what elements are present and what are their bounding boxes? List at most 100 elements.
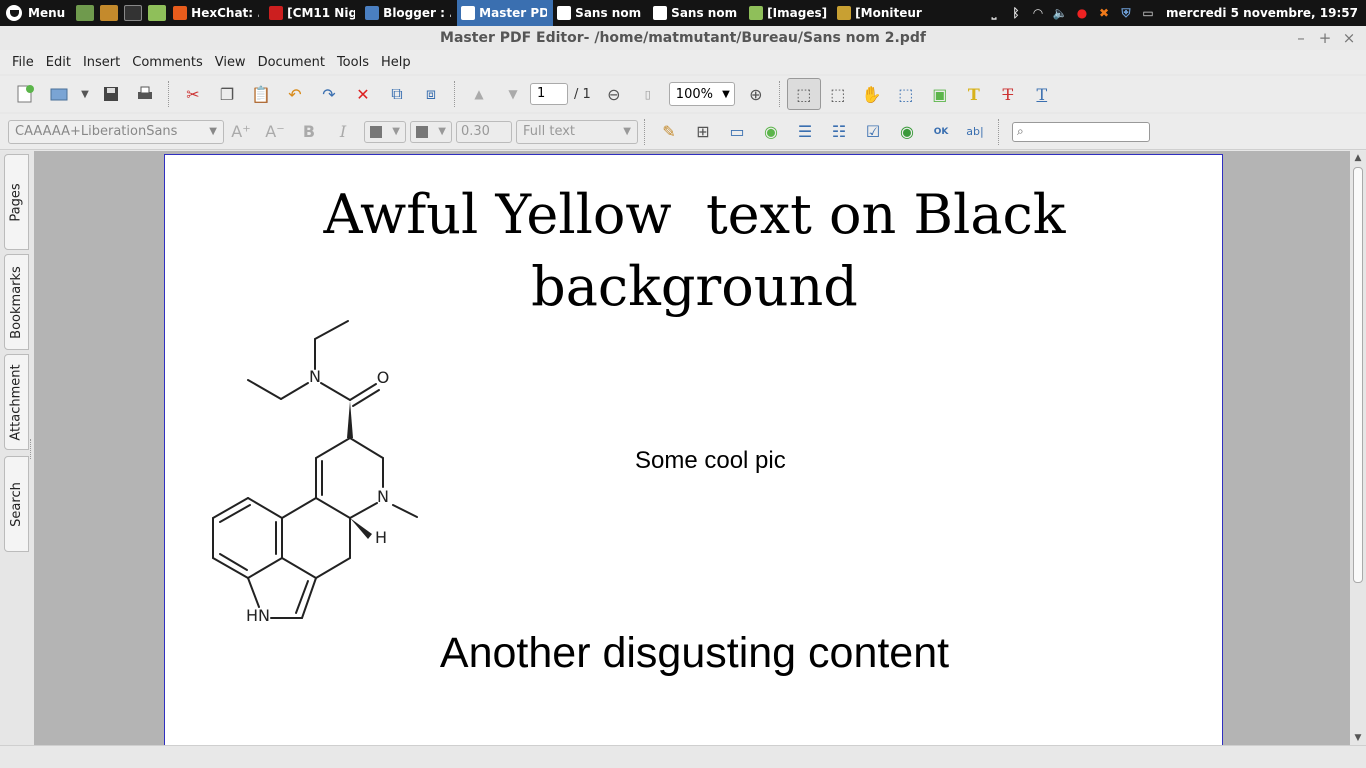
- menu-tools[interactable]: Tools: [331, 55, 375, 70]
- fill-color-select[interactable]: ▼: [410, 120, 452, 143]
- taskbar-task-label: Sans nom ...: [671, 6, 739, 20]
- body-text[interactable]: Another disgusting content: [165, 629, 1224, 678]
- highlight-text-icon[interactable]: T: [957, 78, 991, 110]
- minimize-icon[interactable]: –: [1290, 26, 1312, 50]
- terminal-launcher-icon[interactable]: [124, 5, 143, 21]
- vertical-scrollbar[interactable]: ▲ ▼: [1350, 151, 1366, 745]
- italic-icon[interactable]: I: [326, 116, 360, 148]
- opera-tray-icon[interactable]: ●: [1074, 5, 1090, 21]
- clock[interactable]: mercredi 5 novembre, 19:57: [1166, 6, 1358, 20]
- image-icon[interactable]: ▭: [720, 116, 754, 148]
- open-document-icon[interactable]: [42, 78, 76, 110]
- start-menu-button[interactable]: Menu: [0, 0, 73, 26]
- save-icon[interactable]: [94, 78, 128, 110]
- menu-edit[interactable]: Edit: [40, 55, 77, 70]
- taskbar-task[interactable]: [CM11 Nig...: [265, 0, 361, 26]
- actual-size-icon[interactable]: ▯: [631, 78, 665, 110]
- tab-pages[interactable]: Pages: [4, 154, 29, 250]
- combo-box-icon[interactable]: ☷: [822, 116, 856, 148]
- text-box-icon[interactable]: ⊞: [686, 116, 720, 148]
- bluetooth-icon[interactable]: ᛒ: [1008, 5, 1024, 21]
- undo-icon[interactable]: ↶: [278, 78, 312, 110]
- taskbar-task[interactable]: HexChat: ...: [169, 0, 265, 26]
- shield-icon[interactable]: ⛨: [1118, 5, 1134, 21]
- zoom-select[interactable]: 100% ▼: [668, 82, 735, 106]
- previous-page-icon[interactable]: ▲: [462, 78, 496, 110]
- wifi-icon[interactable]: ◠: [1030, 5, 1046, 21]
- radio-button-field-icon[interactable]: ◉: [890, 116, 924, 148]
- new-document-icon[interactable]: [8, 78, 42, 110]
- text-mode-select[interactable]: Full text ▼: [516, 119, 638, 144]
- pencil-icon[interactable]: ✎: [652, 116, 686, 148]
- list-box-icon[interactable]: ☰: [788, 116, 822, 148]
- pdf-page[interactable]: Awful Yellow text on Black background N …: [164, 154, 1223, 745]
- taskbar-task[interactable]: Sans nom ...: [649, 0, 745, 26]
- scrollbar-thumb[interactable]: [1353, 167, 1363, 583]
- menu-insert[interactable]: Insert: [77, 55, 126, 70]
- line-width-spinbox[interactable]: 0.30: [456, 120, 512, 143]
- menu-document[interactable]: Document: [252, 55, 331, 70]
- next-page-icon[interactable]: ▼: [496, 78, 530, 110]
- blogger-icon: [365, 6, 380, 20]
- taskbar-task[interactable]: Sans nom ...: [553, 0, 649, 26]
- scroll-down-icon[interactable]: ▼: [1350, 731, 1366, 745]
- volume-icon[interactable]: 🔈: [1052, 5, 1068, 21]
- strikeout-text-icon[interactable]: T: [991, 78, 1025, 110]
- link-icon[interactable]: ◉: [754, 116, 788, 148]
- search-input[interactable]: ⌕: [1012, 121, 1150, 142]
- select-object-tool-icon[interactable]: ⬚: [786, 78, 821, 110]
- image-caption[interactable]: Some cool pic: [635, 447, 786, 475]
- cut-icon[interactable]: ✂: [176, 78, 210, 110]
- font-select[interactable]: CAAAAA+LiberationSans ▼: [8, 119, 224, 144]
- scroll-up-icon[interactable]: ▲: [1350, 151, 1366, 165]
- bold-icon[interactable]: B: [292, 116, 326, 148]
- open-dropdown-icon[interactable]: ▼: [76, 78, 94, 110]
- hexchat-tray-icon[interactable]: ✖: [1096, 5, 1112, 21]
- delete-icon[interactable]: ✕: [346, 78, 380, 110]
- zoom-out-icon[interactable]: ⊖: [597, 78, 631, 110]
- close-icon[interactable]: ×: [1338, 26, 1360, 50]
- hand-tool-icon[interactable]: ✋: [855, 78, 889, 110]
- taskbar-task[interactable]: Blogger : ...: [361, 0, 457, 26]
- zoom-in-icon[interactable]: ⊕: [739, 78, 773, 110]
- taskbar-task[interactable]: [Images]: [745, 0, 833, 26]
- tab-attachment[interactable]: Attachment: [4, 354, 29, 450]
- snapshot-tool-icon[interactable]: ⬚: [889, 78, 923, 110]
- keyboard-icon[interactable]: ⎵: [986, 5, 1002, 21]
- send-backward-icon[interactable]: ⧈: [414, 78, 448, 110]
- tab-search[interactable]: Search: [4, 456, 29, 552]
- menu-view[interactable]: View: [209, 55, 252, 70]
- add-note-icon[interactable]: ▣: [923, 78, 957, 110]
- files-launcher-icon[interactable]: [148, 5, 167, 21]
- show-desktop-icon[interactable]: [76, 5, 95, 21]
- menu-help[interactable]: Help: [375, 55, 417, 70]
- document-viewport[interactable]: Awful Yellow text on Black background N …: [34, 151, 1350, 745]
- page-number-input[interactable]: 1: [530, 83, 568, 105]
- system-monitor-launcher-icon[interactable]: [100, 5, 119, 21]
- push-button-field-icon[interactable]: OK: [924, 116, 958, 148]
- page-title-line2[interactable]: background: [165, 255, 1224, 318]
- page-title-line1[interactable]: Awful Yellow text on Black: [165, 183, 1224, 246]
- print-icon[interactable]: [128, 78, 162, 110]
- menu-comments[interactable]: Comments: [126, 55, 208, 70]
- battery-icon[interactable]: ▭: [1140, 5, 1156, 21]
- select-text-tool-icon[interactable]: ⬚: [821, 78, 855, 110]
- redo-icon[interactable]: ↷: [312, 78, 346, 110]
- checkbox-field-icon[interactable]: ☑: [856, 116, 890, 148]
- decrease-font-icon[interactable]: A⁻: [258, 116, 292, 148]
- stroke-color-select[interactable]: ▼: [364, 120, 406, 143]
- increase-font-icon[interactable]: A⁺: [224, 116, 258, 148]
- bring-forward-icon[interactable]: ⧉: [380, 78, 414, 110]
- menu-file[interactable]: File: [6, 55, 40, 70]
- taskbar-task[interactable]: Master PD...: [457, 0, 554, 26]
- paste-icon[interactable]: 📋: [244, 78, 278, 110]
- taskbar-task[interactable]: [Moniteur ...: [833, 0, 929, 26]
- tab-bookmarks[interactable]: Bookmarks: [4, 254, 29, 350]
- molecule-image[interactable]: N O N H HN: [205, 317, 435, 637]
- underline-text-icon[interactable]: T: [1025, 78, 1059, 110]
- taskbar-task-label: Master PD...: [479, 6, 548, 20]
- panel-resize-handle[interactable]: [30, 439, 33, 459]
- copy-icon[interactable]: ❐: [210, 78, 244, 110]
- text-field-icon[interactable]: ab|: [958, 116, 992, 148]
- maximize-icon[interactable]: +: [1314, 26, 1336, 50]
